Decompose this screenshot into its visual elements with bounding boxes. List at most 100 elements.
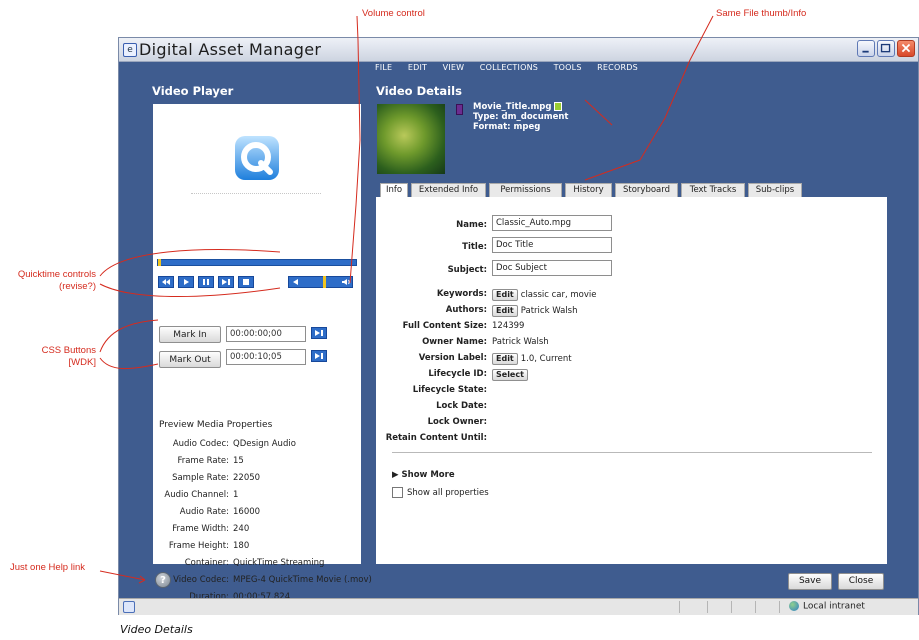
file-format: Format: mpeg xyxy=(473,122,541,132)
checkbox-icon xyxy=(392,487,403,498)
play-button[interactable] xyxy=(178,276,194,288)
file-info: Movie_Title.mpg Type: dm_document Format… xyxy=(473,102,568,132)
field-owner-name: Owner Name: Patrick Walsh xyxy=(422,337,549,347)
close-button[interactable] xyxy=(897,40,915,57)
tab-history[interactable]: History xyxy=(565,183,612,197)
window-title: Digital Asset Manager xyxy=(139,40,322,59)
volume-control[interactable] xyxy=(288,276,353,288)
mark-in-set-button[interactable] xyxy=(311,327,327,339)
mark-out-set-button[interactable] xyxy=(311,350,327,362)
field-full-content-size: Full Content Size: 124399 xyxy=(402,321,525,331)
keywords-edit-button[interactable]: Edit xyxy=(492,289,518,301)
player-video-area xyxy=(191,193,321,194)
subject-input[interactable]: Doc Subject xyxy=(492,260,612,276)
tab-sub-clips[interactable]: Sub-clips xyxy=(748,183,802,197)
stop-icon xyxy=(243,279,249,285)
field-lock-date: Lock Date: xyxy=(436,401,487,411)
annotation-volume-control: Volume control xyxy=(362,8,425,19)
volume-knob[interactable] xyxy=(323,276,326,288)
field-lifecycle-id: Lifecycle ID: Select xyxy=(376,369,887,383)
close-dialog-button[interactable]: Close xyxy=(838,573,884,590)
ie-page-icon: e xyxy=(123,43,137,57)
menu-collections[interactable]: COLLECTIONS xyxy=(480,63,538,72)
pause-icon xyxy=(203,279,209,285)
stop-button[interactable] xyxy=(238,276,254,288)
media-property-row: Frame Height: 180 xyxy=(168,541,250,551)
name-input[interactable]: Classic_Auto.mpg xyxy=(492,215,612,231)
play-icon xyxy=(184,279,189,285)
app-window: e Digital Asset Manager FILE EDIT VIEW C… xyxy=(118,37,919,615)
lifecycle-select-button[interactable]: Select xyxy=(492,369,528,381)
step-forward-button[interactable] xyxy=(218,276,234,288)
menu-file[interactable]: FILE xyxy=(375,63,392,72)
maximize-button[interactable] xyxy=(877,40,895,57)
tab-permissions[interactable]: Permissions xyxy=(489,183,562,197)
step-forward-icon xyxy=(315,353,323,359)
media-property-row: Container: QuickTime Streaming xyxy=(184,558,325,568)
playback-progress-bar[interactable] xyxy=(157,259,357,266)
menu-view[interactable]: VIEW xyxy=(443,63,465,72)
video-player-panel: Mark In 00:00:00;00 Mark Out 00:00:10;05… xyxy=(153,104,372,602)
close-icon xyxy=(901,43,911,53)
rewind-icon xyxy=(162,279,170,285)
divider xyxy=(392,452,872,453)
video-player-title: Video Player xyxy=(152,84,234,98)
file-type: Type: dm_document xyxy=(473,112,569,122)
tab-extended-info[interactable]: Extended Info xyxy=(411,183,486,197)
mark-in-time-field[interactable]: 00:00:00;00 xyxy=(226,326,306,342)
media-property-row: Frame Rate: 15 xyxy=(177,456,244,466)
annotation-quicktime-controls: Quicktime controls (revise?) xyxy=(17,269,96,292)
mark-out-time-field[interactable]: 00:00:10;05 xyxy=(226,349,306,365)
show-more-toggle[interactable]: ▶ Show More xyxy=(392,470,455,480)
progress-knob[interactable] xyxy=(158,259,161,266)
media-property-row: Audio Rate: 16000 xyxy=(179,507,261,517)
figure-caption: Video Details xyxy=(120,623,193,636)
field-version-label: Version Label: Edit 1.0, Current xyxy=(418,353,572,365)
minimize-button[interactable] xyxy=(857,40,875,57)
save-button[interactable]: Save xyxy=(788,573,832,590)
show-all-properties-checkbox[interactable]: Show all properties xyxy=(392,487,489,498)
mark-out-button[interactable]: Mark Out xyxy=(159,351,221,368)
field-lifecycle-state: Lifecycle State: xyxy=(412,385,487,395)
rewind-button[interactable] xyxy=(158,276,174,288)
media-property-row: Audio Channel: 1 xyxy=(164,490,239,500)
mark-in-button[interactable]: Mark In xyxy=(159,326,221,343)
version-edit-button[interactable]: Edit xyxy=(492,353,518,365)
status-bar: Local intranet xyxy=(119,598,918,615)
file-name: Movie_Title.mpg xyxy=(473,102,552,112)
help-button[interactable]: ? xyxy=(155,572,171,588)
minimize-icon xyxy=(862,50,869,53)
menu-bar: FILE EDIT VIEW COLLECTIONS TOOLS RECORDS xyxy=(375,63,651,75)
field-name: Name: xyxy=(456,220,487,230)
keywords-value: classic car, movie xyxy=(520,290,597,300)
title-input[interactable]: Doc Title xyxy=(492,237,612,253)
menu-tools[interactable]: TOOLS xyxy=(554,63,582,72)
film-file-icon xyxy=(456,104,463,115)
version-value: 1.0, Current xyxy=(520,354,572,364)
ie-page-icon xyxy=(123,601,135,613)
volume-down-icon xyxy=(293,279,298,285)
media-property-row: Audio Codec: QDesign Audio xyxy=(172,439,296,449)
tab-storyboard[interactable]: Storyboard xyxy=(615,183,678,197)
media-property-row: Video Codec: MPEG-4 QuickTime Movie (.mov… xyxy=(173,575,372,585)
menu-records[interactable]: RECORDS xyxy=(597,63,638,72)
video-thumbnail xyxy=(377,104,445,174)
field-lock-owner: Lock Owner: xyxy=(427,417,487,427)
title-bar: e Digital Asset Manager xyxy=(119,38,918,62)
file-badge-icon xyxy=(554,102,563,111)
triangle-right-icon: ▶ xyxy=(392,470,399,480)
pause-button[interactable] xyxy=(198,276,214,288)
tab-text-tracks[interactable]: Text Tracks xyxy=(681,183,745,197)
field-subject: Subject: xyxy=(447,265,487,275)
tab-info[interactable]: Info xyxy=(380,183,408,198)
annotation-help-link: Just one Help link xyxy=(10,562,85,573)
maximize-icon xyxy=(880,43,891,53)
annotation-css-buttons: CSS Buttons [WDK] xyxy=(41,345,96,368)
authors-value: Patrick Walsh xyxy=(520,306,578,316)
step-forward-icon xyxy=(315,330,323,336)
info-tab-panel: Name: Classic_Auto.mpg Title: Doc Title … xyxy=(376,197,887,564)
security-zone: Local intranet xyxy=(789,601,865,612)
speaker-icon xyxy=(342,279,350,285)
authors-edit-button[interactable]: Edit xyxy=(492,305,518,317)
menu-edit[interactable]: EDIT xyxy=(408,63,427,72)
